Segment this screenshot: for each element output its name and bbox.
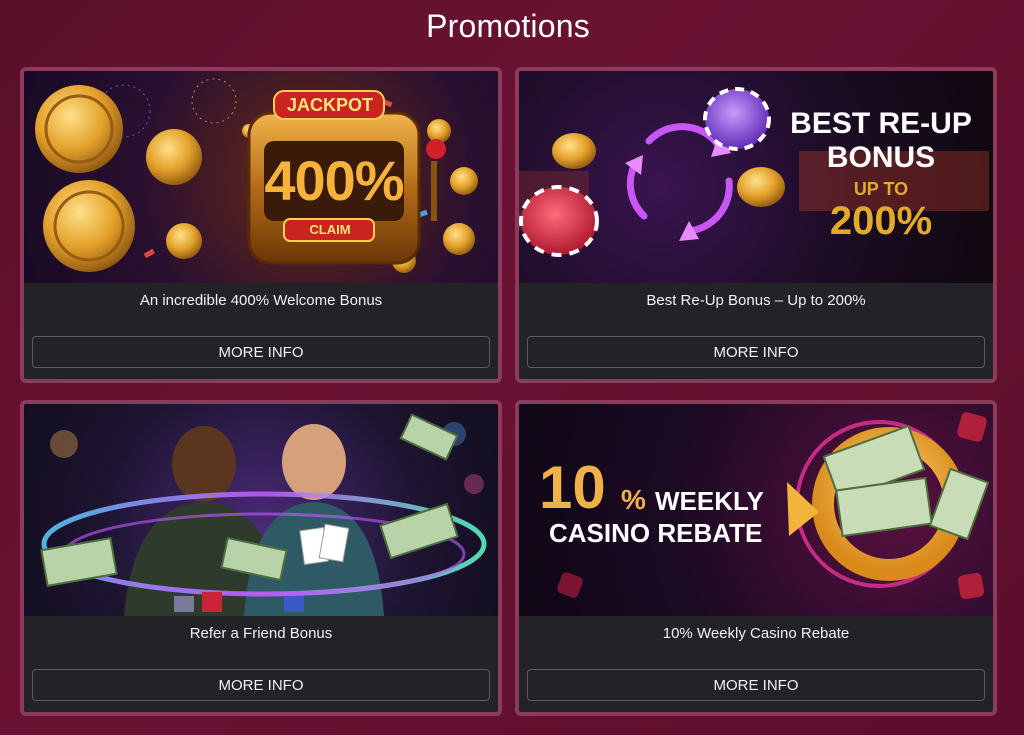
jackpot-label: JACKPOT: [286, 95, 373, 115]
promo-card-refer-friend: Refer a Friend Bonus MORE INFO: [20, 400, 502, 716]
more-info-button[interactable]: MORE INFO: [32, 336, 490, 368]
promo-title: 10% Weekly Casino Rebate: [662, 625, 850, 642]
rebate-number: 10: [539, 454, 606, 521]
more-info-button[interactable]: MORE INFO: [32, 669, 490, 701]
promo-title: Best Re-Up Bonus – Up to 200%: [646, 292, 866, 309]
welcome-bonus-banner[interactable]: JACKPOT 400% CLAIM: [24, 71, 498, 283]
reup-bonus-banner[interactable]: BEST RE-UP BONUS UP TO 200%: [519, 71, 993, 283]
reup-line-2: BONUS: [826, 141, 936, 174]
promo-title: Refer a Friend Bonus: [189, 625, 333, 642]
rebate-line-1: WEEKLY: [655, 486, 764, 516]
promo-card-weekly-rebate: 10 % WEEKLY CASINO REBATE 10% Weekly Cas…: [515, 400, 997, 716]
more-info-button[interactable]: MORE INFO: [527, 336, 985, 368]
reup-line-1: BEST RE-UP: [790, 107, 972, 140]
rebate-line-2: CASINO REBATE: [549, 518, 763, 548]
rebate-percent-sign: %: [621, 484, 646, 515]
friends-celebrating-image: [40, 413, 487, 616]
more-info-button[interactable]: MORE INFO: [527, 669, 985, 701]
claim-label: CLAIM: [309, 222, 351, 237]
reup-line-3: UP TO: [853, 179, 909, 199]
page-title: Promotions: [426, 8, 590, 44]
refer-friend-banner[interactable]: [24, 404, 498, 616]
promo-card-reup-bonus: BEST RE-UP BONUS UP TO 200% Best Re-Up B…: [515, 67, 997, 383]
jackpot-percent: 400%: [264, 149, 404, 212]
promo-card-welcome-bonus: JACKPOT 400% CLAIM An incredible 400% We…: [20, 67, 502, 383]
reup-line-4: 200%: [829, 199, 933, 243]
neon-chips-image: [519, 87, 989, 257]
promo-title: An incredible 400% Welcome Bonus: [139, 292, 383, 309]
weekly-rebate-banner[interactable]: 10 % WEEKLY CASINO REBATE: [519, 404, 993, 616]
jackpot-slot-machine-image: [35, 78, 478, 273]
